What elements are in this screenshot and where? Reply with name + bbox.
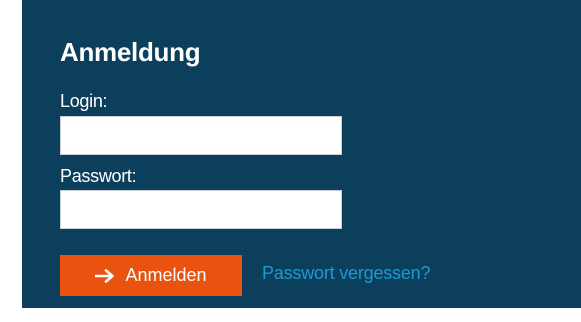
login-label: Login: — [60, 91, 108, 111]
password-label: Passwort: — [60, 166, 137, 186]
login-input[interactable] — [60, 116, 342, 155]
login-panel: Anmeldung Login: Passwort: Anmelden Pass… — [22, 0, 581, 308]
arrow-right-icon — [95, 268, 115, 283]
forgot-password-link[interactable]: Passwort vergessen? — [262, 262, 430, 284]
login-title: Anmeldung — [60, 37, 201, 67]
login-submit-button[interactable]: Anmelden — [60, 255, 242, 296]
password-input[interactable] — [60, 190, 342, 229]
login-submit-label: Anmelden — [125, 265, 207, 285]
